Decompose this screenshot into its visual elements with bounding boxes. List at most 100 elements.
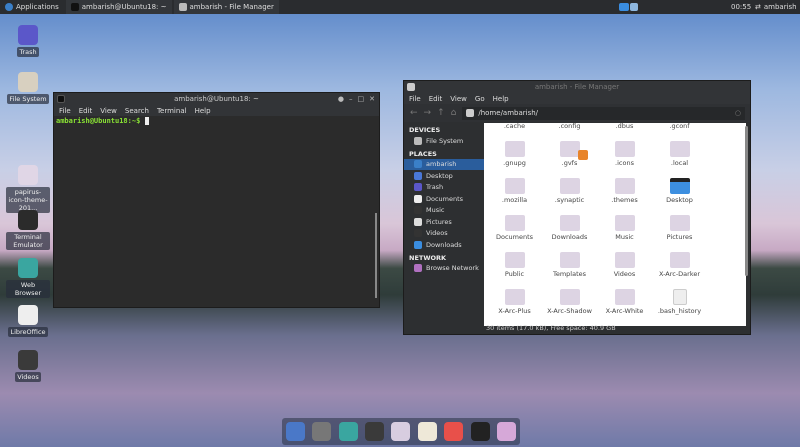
sticky-icon[interactable]: ● <box>338 95 344 103</box>
sidebar-item-browse-network[interactable]: Browse Network <box>404 263 484 275</box>
user-menu[interactable]: ⇄ ambarish <box>750 0 800 14</box>
file-item[interactable]: Downloads <box>542 207 597 244</box>
file-item[interactable]: .local <box>652 133 707 170</box>
terminal-icon <box>70 3 79 11</box>
desktop-icon[interactable]: Web Browser <box>6 258 50 298</box>
dock-mail-icon[interactable] <box>285 422 305 441</box>
file-item[interactable]: X-Arc-White <box>597 281 652 318</box>
maximize-icon[interactable]: □ <box>358 95 365 103</box>
taskbar-terminal[interactable]: ambarish@Ubuntu18: ~ <box>65 0 172 14</box>
scrollbar[interactable] <box>745 126 748 276</box>
scrollbar[interactable] <box>375 213 377 298</box>
folder-icon <box>614 141 635 157</box>
terminal-output[interactable]: ambarish@Ubuntu18:~$ <box>54 116 379 126</box>
desktop-icon[interactable]: File System <box>6 72 50 104</box>
desktop-icon-label: Web Browser <box>6 280 50 298</box>
fm-titlebar[interactable]: ambarish - File Manager <box>404 81 750 93</box>
forward-icon[interactable]: → <box>424 108 432 118</box>
status-bar: 30 items (17.0 kB), Free space: 40.9 GB <box>486 324 616 332</box>
dock-home-folder-icon[interactable] <box>391 422 411 441</box>
file-item[interactable]: .bash_history <box>652 281 707 318</box>
desktop-icon[interactable]: Terminal Emulator <box>6 210 50 250</box>
file-item[interactable]: Templates <box>542 244 597 281</box>
dock-terminal-icon[interactable] <box>470 422 490 441</box>
dock-document-icon[interactable] <box>312 422 332 441</box>
sidebar-item-ambarish[interactable]: ambarish <box>404 158 484 170</box>
dock-photos-icon[interactable] <box>444 422 464 441</box>
file-item[interactable]: .dbus <box>597 123 652 133</box>
file-item[interactable]: .gvfs <box>542 133 597 170</box>
workspace-1[interactable] <box>619 3 629 11</box>
minimize-icon[interactable]: – <box>349 95 353 103</box>
menu-edit[interactable]: Edit <box>429 95 443 103</box>
menu-terminal[interactable]: Terminal <box>157 107 187 115</box>
videosicon <box>18 350 38 370</box>
file-item[interactable]: .cache <box>487 123 542 133</box>
file-item[interactable]: .synaptic <box>542 170 597 207</box>
back-icon[interactable]: ← <box>410 108 418 118</box>
file-item[interactable]: X-Arc-Darker <box>652 244 707 281</box>
dock-videos-icon[interactable] <box>365 422 385 441</box>
up-icon[interactable]: ↑ <box>437 108 445 118</box>
dock-web-browser-icon[interactable] <box>338 422 358 441</box>
file-item[interactable]: Documents <box>487 207 542 244</box>
taskbar-file-manager[interactable]: ambarish - File Manager <box>173 0 279 14</box>
sidebar-item-file-system[interactable]: File System <box>404 135 484 147</box>
desktop-icon[interactable]: papirus-icon-theme-201... <box>6 165 50 213</box>
sidebar-item-trash[interactable]: Trash <box>404 182 484 194</box>
sidebar-item-videos[interactable]: Videos <box>404 228 484 240</box>
file-item[interactable]: .gconf <box>652 123 707 133</box>
file-item[interactable]: Videos <box>597 244 652 281</box>
desktop-icon[interactable]: Trash <box>6 25 50 57</box>
file-item[interactable]: Music <box>597 207 652 244</box>
file-item[interactable]: X-Arc-Plus <box>487 281 542 318</box>
web-browsericon <box>18 258 38 278</box>
menu-search[interactable]: Search <box>125 107 149 115</box>
location-bar[interactable]: /home/ambarish/ ○ <box>462 106 745 120</box>
applications-menu[interactable]: Applications <box>0 0 64 14</box>
music-icon <box>414 206 422 215</box>
file-name: Desktop <box>666 196 693 204</box>
sidebar-item-downloads[interactable]: Downloads <box>404 239 484 251</box>
menu-view[interactable]: View <box>450 95 467 103</box>
close-icon[interactable]: ✕ <box>369 95 375 103</box>
file-item[interactable]: .mozilla <box>487 170 542 207</box>
sidebar-item-label: Music <box>426 206 445 215</box>
sidebar-item-pictures[interactable]: Pictures <box>404 216 484 228</box>
file-item[interactable]: Public <box>487 244 542 281</box>
workspace-2[interactable] <box>630 3 638 11</box>
reload-icon[interactable]: ○ <box>735 109 741 117</box>
file-icon <box>672 289 687 305</box>
file-name: .config <box>558 123 581 130</box>
menu-go[interactable]: Go <box>475 95 485 103</box>
file-item[interactable]: .icons <box>597 133 652 170</box>
desktop-icon[interactable]: LibreOffice <box>6 305 50 337</box>
downloads-icon <box>414 240 422 249</box>
file-view[interactable]: .cache .config .dbus .gconf .gnupg .gvfs .icon… <box>484 123 746 326</box>
file-item[interactable]: .gnupg <box>487 133 542 170</box>
menu-edit[interactable]: Edit <box>79 107 93 115</box>
menu-help[interactable]: Help <box>195 107 211 115</box>
file-manager-window[interactable]: ambarish - File Manager File Edit View Go He… <box>403 80 751 335</box>
file-item[interactable]: Desktop <box>652 170 707 207</box>
menu-file[interactable]: File <box>409 95 421 103</box>
folder-icon <box>559 289 580 305</box>
terminal-window[interactable]: ambarish@Ubuntu18: ~ ● – □ ✕ File Edit View Se… <box>53 92 380 308</box>
menu-view[interactable]: View <box>100 107 117 115</box>
home-icon[interactable]: ⌂ <box>451 108 457 118</box>
menu-file[interactable]: File <box>59 107 71 115</box>
sidebar-item-desktop[interactable]: Desktop <box>404 170 484 182</box>
file-item[interactable]: X-Arc-Shadow <box>542 281 597 318</box>
workspace-switcher[interactable] <box>619 3 638 11</box>
sidebar-item-label: File System <box>426 136 464 145</box>
menu-help[interactable]: Help <box>493 95 509 103</box>
sidebar-item-music[interactable]: Music <box>404 205 484 217</box>
file-item[interactable]: Pictures <box>652 207 707 244</box>
sidebar-item-documents[interactable]: Documents <box>404 193 484 205</box>
desktop-icon[interactable]: Videos <box>6 350 50 382</box>
dock-music-icon[interactable] <box>417 422 437 441</box>
dock-files-icon[interactable] <box>497 422 517 441</box>
file-item[interactable]: .themes <box>597 170 652 207</box>
file-item[interactable]: .config <box>542 123 597 133</box>
terminal-titlebar[interactable]: ambarish@Ubuntu18: ~ ● – □ ✕ <box>54 93 379 105</box>
